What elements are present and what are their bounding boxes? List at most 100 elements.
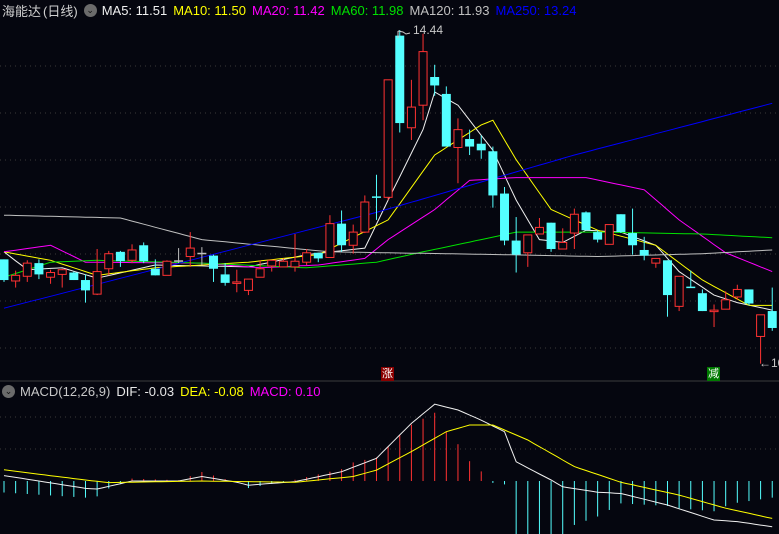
- candle: [139, 242, 149, 264]
- stock-chart-canvas[interactable]: [0, 0, 779, 534]
- collapse-chevron-icon[interactable]: ⌄: [83, 3, 97, 17]
- ma-value-ma250: MA250: 13.24: [495, 2, 577, 18]
- candle: [697, 289, 707, 312]
- candle-body: [674, 275, 684, 307]
- candle: [523, 234, 533, 267]
- candle-body: [220, 274, 230, 283]
- candle: [418, 33, 428, 121]
- candle-body: [686, 286, 696, 289]
- candle: [80, 274, 90, 303]
- candle: [69, 271, 79, 281]
- candlesticks: [0, 30, 777, 364]
- candle-body: [46, 272, 56, 278]
- candle-body: [290, 260, 300, 268]
- candle: [604, 224, 614, 245]
- ma-value-ma20: MA20: 11.42: [251, 2, 325, 18]
- dif-value: DIF: -0.03: [116, 383, 175, 399]
- candle-body: [313, 252, 323, 259]
- candle: [127, 244, 137, 264]
- candle: [162, 260, 172, 276]
- candle-body: [500, 193, 510, 241]
- candle-body: [453, 129, 463, 148]
- candle: [232, 269, 242, 293]
- candle-body: [709, 309, 719, 313]
- macd-value: MACD: 0.10: [249, 383, 321, 399]
- candle-body: [523, 234, 533, 254]
- candle-body: [662, 260, 672, 296]
- period-label: (日线): [43, 3, 78, 19]
- candle-body: [430, 77, 440, 86]
- ma-value-ma10: MA10: 11.50: [173, 2, 246, 18]
- candle-body: [744, 289, 754, 304]
- candle: [441, 86, 451, 147]
- candle-body: [616, 214, 626, 233]
- candle-body: [34, 263, 44, 275]
- ma-value-ma60: MA60: 11.98: [330, 2, 404, 18]
- candle-body: [69, 272, 79, 281]
- candle-body: [651, 257, 661, 264]
- candle-body: [325, 223, 335, 258]
- candle-body: [546, 222, 556, 250]
- candle-body: [139, 245, 149, 262]
- candle-body: [185, 247, 195, 258]
- candle: [302, 249, 312, 265]
- candle: [709, 304, 719, 328]
- collapse-chevron-icon[interactable]: ⌄: [2, 384, 15, 398]
- candle: [558, 228, 568, 250]
- candle-body: [604, 224, 614, 245]
- candle: [674, 275, 684, 312]
- candle: [639, 236, 649, 261]
- candle-body: [267, 259, 277, 267]
- candle: [465, 129, 475, 156]
- price-panel-header: 海能达 (日线) ⌄ MA5: 11.51 MA10: 11.50 MA20: 11…: [2, 1, 582, 19]
- candle-body: [0, 259, 9, 281]
- candle: [500, 186, 510, 246]
- candle-body: [115, 251, 125, 262]
- candle-body: [243, 278, 253, 291]
- candle: [651, 257, 661, 268]
- candle-body: [104, 253, 114, 270]
- candle-body: [569, 213, 579, 234]
- ma-values: MA5: 11.51 MA10: 11.50 MA20: 11.42 MA60: 11…: [102, 3, 583, 18]
- candle-body: [278, 260, 288, 268]
- candle: [243, 278, 253, 296]
- candle-body: [302, 252, 312, 263]
- macd-panel: [3, 403, 773, 534]
- candle: [290, 233, 300, 272]
- candle: [744, 289, 754, 306]
- ma-value-ma120: MA120: 11.93: [409, 2, 490, 18]
- candle: [34, 259, 44, 280]
- candle-body: [511, 240, 521, 255]
- candle-body: [57, 269, 67, 275]
- candle-body: [162, 260, 172, 276]
- up-signal-marker[interactable]: 涨: [381, 367, 394, 381]
- candle: [581, 211, 591, 231]
- candle: [174, 248, 184, 264]
- candle: [313, 252, 323, 263]
- candle-body: [406, 106, 416, 129]
- candle: [488, 146, 498, 208]
- down-signal-marker[interactable]: 减: [707, 367, 720, 381]
- candle: [337, 210, 347, 252]
- candle-body: [209, 255, 219, 269]
- low-price-label: ←10.89: [759, 356, 779, 370]
- candle: [104, 250, 114, 276]
- macd-title: MACD(12,26,9): [20, 383, 111, 399]
- high-price-label: 14.44: [413, 23, 444, 37]
- stock-name: 海能达: [2, 3, 42, 19]
- candle-body: [150, 268, 160, 276]
- candle: [46, 269, 56, 284]
- candle-body: [348, 231, 358, 246]
- candle-body: [534, 226, 544, 235]
- candle-body: [767, 311, 777, 328]
- ma120-line: [3, 214, 773, 258]
- candle: [325, 215, 335, 258]
- candle-body: [80, 280, 90, 291]
- candle-body: [127, 249, 137, 261]
- candle: [569, 208, 579, 250]
- candle-body: [174, 260, 184, 262]
- candle: [628, 208, 638, 255]
- candle-body: [197, 252, 207, 255]
- candle: [395, 30, 405, 133]
- candle: [11, 270, 21, 288]
